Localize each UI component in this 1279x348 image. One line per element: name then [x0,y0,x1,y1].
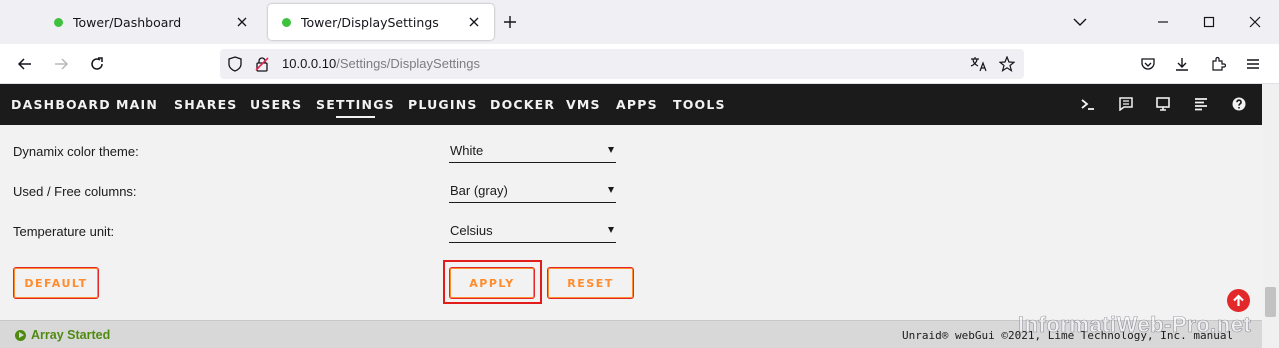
browser-tab-display-settings[interactable]: Tower/DisplaySettings [268,4,494,40]
setting-label-used-free-columns: Used / Free columns: [13,184,137,199]
select-value: Bar (gray) [450,183,508,198]
pocket-icon [1141,58,1155,70]
scrollbar-thumb[interactable] [1265,287,1276,317]
settings-content: Dynamix color theme: White Used / Free c… [0,125,1262,320]
url-bar[interactable]: 10.0.0.10/Settings/DisplaySettings [220,49,1024,79]
puzzle-icon [1212,56,1226,71]
arrow-up-icon [1233,294,1244,306]
download-icon [1176,58,1188,71]
status-dot-icon [54,17,63,27]
menu-item-vms[interactable]: VMS [566,97,601,112]
status-dot-icon [282,17,291,27]
menu-item-settings[interactable]: SETTINGS [316,97,395,118]
menu-item-docker[interactable]: DOCKER [490,97,555,112]
downloads-button[interactable] [1171,53,1193,75]
array-status: Array Started [15,328,110,342]
default-button[interactable]: DEFAULT [13,267,99,299]
url-text: 10.0.0.10/Settings/DisplaySettings [282,56,480,71]
extensions-button[interactable] [1207,53,1229,75]
menu-item-dashboard[interactable]: DASHBOARD [11,97,111,112]
back-button[interactable] [14,53,36,75]
setting-label-color-theme: Dynamix color theme: [13,144,139,159]
app-menu-button[interactable] [1242,53,1264,75]
hamburger-icon [1247,59,1259,69]
reload-button[interactable] [86,53,108,75]
reload-icon [91,57,103,70]
minimize-button[interactable] [1153,12,1173,32]
dropdown-arrow-icon [608,147,614,153]
menu-item-apps[interactable]: APPS [616,97,658,112]
window-close-button[interactable] [1245,12,1265,32]
translate-icon[interactable] [970,55,988,73]
scroll-to-top-button[interactable] [1227,289,1250,312]
tab-label: Tower/Dashboard [73,14,182,30]
main-menu: DASHBOARD MAIN SHARES USERS SETTINGS PLU… [0,84,1262,125]
arrow-left-icon [17,58,31,70]
setting-label-temperature-unit: Temperature unit: [13,224,115,239]
insecure-lock-icon[interactable] [253,55,271,73]
chevron-down-icon [1073,18,1087,26]
browser-tab-dashboard[interactable]: Tower/Dashboard [40,4,262,40]
menu-item-tools[interactable]: TOOLS [673,97,726,112]
close-icon[interactable] [234,14,250,30]
forward-button[interactable] [50,53,72,75]
tab-list-button[interactable] [1070,12,1090,32]
minimize-icon [1158,21,1168,23]
temperature-unit-select[interactable]: Celsius [449,221,616,243]
browser-tabstrip: Tower/Dashboard Tower/DisplaySettings [0,0,1279,44]
shield-icon[interactable] [226,55,244,73]
dropdown-arrow-icon [608,187,614,193]
color-theme-select[interactable]: White [449,141,616,163]
arrow-right-icon [55,58,69,70]
menu-item-plugins[interactable]: PLUGINS [408,97,478,112]
display-icon[interactable] [1155,96,1171,112]
apply-button[interactable]: APPLY [449,267,535,299]
terminal-icon[interactable] [1080,96,1096,112]
maximize-button[interactable] [1199,12,1219,32]
log-icon[interactable] [1118,96,1134,112]
watermark: InformatiWeb-Pro.net [1018,312,1252,338]
new-tab-button[interactable] [498,10,522,34]
menu-item-main[interactable]: MAIN [116,97,158,112]
used-free-columns-select[interactable]: Bar (gray) [449,181,616,203]
play-circle-icon [15,329,26,341]
menu-item-users[interactable]: USERS [250,97,302,112]
close-icon [1249,16,1261,28]
select-value: White [450,143,484,158]
browser-navbar: 10.0.0.10/Settings/DisplaySettings [0,44,1279,84]
page-scrollbar[interactable] [1262,84,1279,348]
dropdown-arrow-icon [608,227,614,233]
pocket-button[interactable] [1137,53,1159,75]
menu-item-shares[interactable]: SHARES [174,97,238,112]
reset-button[interactable]: RESET [547,267,634,299]
plus-icon [504,16,516,28]
bookmark-star-icon[interactable] [998,55,1016,73]
array-status-text: Array Started [31,328,111,342]
close-icon[interactable] [466,14,482,30]
select-value: Celsius [450,223,493,238]
url-path: /Settings/DisplaySettings [336,56,481,71]
maximize-icon [1203,16,1215,28]
url-host: 10.0.0.10 [282,56,337,71]
help-icon[interactable] [1231,96,1247,112]
tab-label: Tower/DisplaySettings [301,14,439,30]
list-icon[interactable] [1193,96,1209,112]
